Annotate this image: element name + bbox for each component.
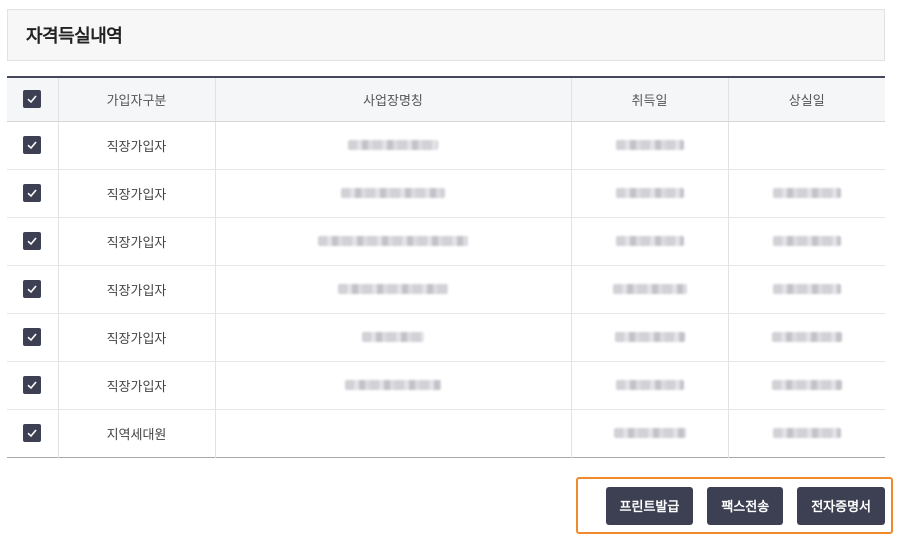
section-header: 자격득실내역 bbox=[7, 9, 885, 61]
table-row: 직장가입자 bbox=[7, 217, 885, 266]
column-header-member-type: 가입자구분 bbox=[57, 77, 215, 122]
row-checkbox[interactable] bbox=[23, 184, 42, 202]
select-all-cell bbox=[7, 77, 58, 122]
loss-date-cell bbox=[727, 313, 885, 362]
page-title: 자격득실내역 bbox=[26, 26, 123, 47]
acquisition-date-cell bbox=[570, 409, 728, 457]
check-icon bbox=[27, 429, 37, 438]
digital-certificate-button[interactable]: 전자증명서 bbox=[797, 486, 885, 525]
check-icon bbox=[27, 333, 37, 342]
check-icon bbox=[27, 381, 37, 390]
row-checkbox[interactable] bbox=[23, 424, 42, 442]
redacted-text bbox=[362, 332, 424, 342]
check-icon bbox=[27, 141, 37, 150]
redacted-text bbox=[615, 236, 684, 246]
member-type-cell: 직장가입자 bbox=[57, 265, 215, 314]
redacted-text bbox=[338, 284, 448, 294]
acquisition-date-cell bbox=[570, 313, 728, 362]
page: 자격득실내역 가입자구분 사업장명칭 취득일 상실일 직장가입자 직장가입자 직… bbox=[0, 0, 897, 538]
acquisition-date-cell bbox=[570, 217, 728, 266]
redacted-text bbox=[613, 428, 686, 438]
workplace-name-cell bbox=[214, 217, 571, 266]
workplace-name-cell bbox=[214, 121, 571, 170]
member-type-cell: 직장가입자 bbox=[57, 121, 215, 170]
redacted-text bbox=[772, 428, 841, 438]
workplace-name-cell bbox=[214, 361, 571, 410]
row-checkbox[interactable] bbox=[23, 232, 42, 250]
redacted-text bbox=[614, 332, 685, 342]
row-checkbox[interactable] bbox=[23, 280, 42, 298]
loss-date-cell bbox=[727, 121, 885, 170]
row-checkbox[interactable] bbox=[23, 376, 42, 394]
column-header-workplace-name: 사업장명칭 bbox=[214, 77, 571, 122]
redacted-text bbox=[772, 236, 841, 246]
row-checkbox[interactable] bbox=[23, 136, 42, 154]
acquisition-date-cell bbox=[570, 169, 728, 218]
qualification-table: 가입자구분 사업장명칭 취득일 상실일 직장가입자 직장가입자 직장가입자 직장… bbox=[7, 76, 885, 458]
workplace-name-cell bbox=[214, 265, 571, 314]
workplace-name-cell bbox=[214, 409, 571, 457]
check-icon bbox=[27, 95, 37, 104]
workplace-name-cell bbox=[214, 313, 571, 362]
redacted-text bbox=[348, 140, 438, 150]
workplace-name-cell bbox=[214, 169, 571, 218]
acquisition-date-cell bbox=[570, 361, 728, 410]
redacted-text bbox=[771, 332, 842, 342]
loss-date-cell bbox=[727, 217, 885, 266]
select-all-checkbox[interactable] bbox=[23, 90, 42, 109]
loss-date-cell bbox=[727, 169, 885, 218]
redacted-text bbox=[772, 284, 841, 294]
redacted-text bbox=[615, 380, 684, 390]
check-icon bbox=[27, 285, 37, 294]
redacted-text bbox=[615, 188, 684, 198]
check-icon bbox=[27, 189, 37, 198]
table-row: 지역세대원 bbox=[7, 409, 885, 457]
redacted-text bbox=[341, 188, 445, 198]
column-header-acquisition-date: 취득일 bbox=[570, 77, 728, 122]
table-row: 직장가입자 bbox=[7, 313, 885, 362]
redacted-text bbox=[772, 188, 841, 198]
table-row: 직장가입자 bbox=[7, 265, 885, 314]
action-button-group: 프린트발급 팩스전송 전자증명서 bbox=[576, 477, 893, 534]
redacted-text bbox=[612, 284, 687, 294]
redacted-text bbox=[345, 380, 441, 390]
print-issue-button[interactable]: 프린트발급 bbox=[605, 486, 694, 525]
acquisition-date-cell bbox=[570, 121, 728, 170]
fax-send-button[interactable]: 팩스전송 bbox=[707, 486, 784, 525]
member-type-cell: 직장가입자 bbox=[57, 361, 215, 410]
member-type-cell: 지역세대원 bbox=[57, 409, 215, 457]
loss-date-cell bbox=[727, 409, 885, 457]
redacted-text bbox=[318, 236, 468, 246]
member-type-cell: 직장가입자 bbox=[57, 169, 215, 218]
table-row: 직장가입자 bbox=[7, 169, 885, 218]
redacted-text bbox=[771, 380, 842, 390]
member-type-cell: 직장가입자 bbox=[57, 313, 215, 362]
redacted-text bbox=[615, 140, 684, 150]
table-row: 직장가입자 bbox=[7, 361, 885, 410]
table-header-row: 가입자구분 사업장명칭 취득일 상실일 bbox=[7, 77, 885, 122]
acquisition-date-cell bbox=[570, 265, 728, 314]
column-header-loss-date: 상실일 bbox=[727, 77, 885, 122]
member-type-cell: 직장가입자 bbox=[57, 217, 215, 266]
check-icon bbox=[27, 237, 37, 246]
loss-date-cell bbox=[727, 361, 885, 410]
row-checkbox[interactable] bbox=[23, 328, 42, 346]
table-row: 직장가입자 bbox=[7, 121, 885, 170]
loss-date-cell bbox=[727, 265, 885, 314]
